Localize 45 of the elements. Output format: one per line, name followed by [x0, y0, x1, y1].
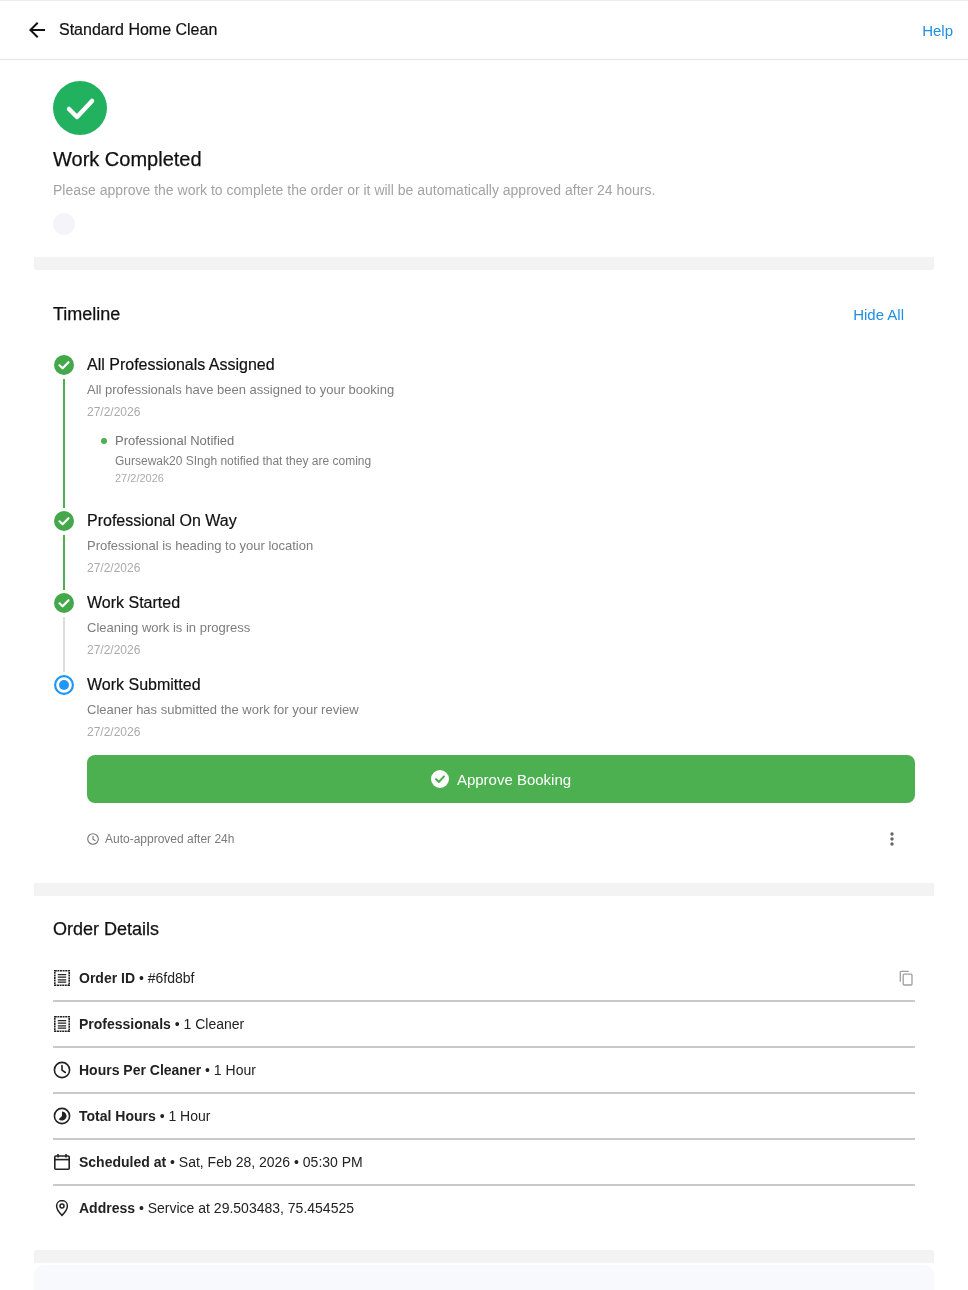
more-options-icon[interactable]: [890, 832, 894, 846]
step-title: Work Submitted: [87, 675, 202, 695]
clock-icon: [87, 833, 99, 845]
event-date: 27/2/2026: [115, 471, 165, 486]
copy-icon[interactable]: [899, 970, 913, 986]
step-title: Work Started: [87, 593, 182, 613]
timelapse-icon: [53, 1107, 71, 1125]
status-message: Please approve the work to complete the order or it will be automatically approved after 24 hours.: [53, 181, 656, 200]
detail-text: Address • Service at 29.503483, 75.454525: [79, 1200, 354, 1216]
help-link[interactable]: Help: [922, 21, 953, 39]
back-arrow-icon[interactable]: [29, 22, 45, 38]
step-date: 27/2/2026: [87, 560, 142, 577]
detail-text: Hours Per Cleaner • 1 Hour: [79, 1062, 256, 1078]
detail-text: Professionals • 1 Cleaner: [79, 1016, 245, 1032]
dot-icon: [101, 438, 107, 444]
document-icon: [53, 969, 71, 987]
detail-text: Order ID • #6fd8bf: [79, 970, 195, 986]
step-description: Cleaner has submitted the work for your review: [87, 701, 360, 719]
status-title: Work Completed: [53, 147, 202, 171]
check-circle-icon: [53, 81, 107, 135]
detail-text: Scheduled at • Sat, Feb 28, 2026 • 05:30 PM: [79, 1154, 363, 1170]
step-description: Professional is heading to your location: [87, 537, 315, 555]
step-title: Professional On Way: [87, 511, 238, 531]
step-description: Cleaning work is in progress: [87, 619, 252, 637]
timeline-line: [63, 617, 65, 672]
approve-button[interactable]: Approve Booking: [87, 755, 915, 803]
page-title: Standard Home Clean: [59, 21, 218, 39]
calendar-icon: [53, 1153, 71, 1171]
section-title: Timeline: [53, 303, 121, 325]
step-date: 27/2/2026: [87, 404, 142, 421]
hide-all-link[interactable]: Hide All: [853, 305, 904, 323]
step-title: All Professionals Assigned: [87, 355, 276, 375]
step-date: 27/2/2026: [87, 724, 142, 741]
step-description: All professionals have been assigned to your booking: [87, 381, 396, 399]
event-title: Professional Notified: [115, 432, 236, 450]
check-circle-icon: [430, 770, 449, 788]
section-title: Order Details: [53, 918, 161, 940]
detail-text: Total Hours • 1 Hour: [79, 1108, 211, 1124]
location-pin-icon: [53, 1199, 71, 1217]
event-detail: Gursewak20 SIngh notified that they are coming: [115, 453, 372, 470]
timeline-line: [63, 535, 65, 590]
step-date: 27/2/2026: [87, 642, 142, 659]
clock-icon: [53, 1061, 71, 1079]
auto-approve-note: Auto-approved after 24h: [105, 832, 235, 846]
document-icon: [53, 1015, 71, 1033]
